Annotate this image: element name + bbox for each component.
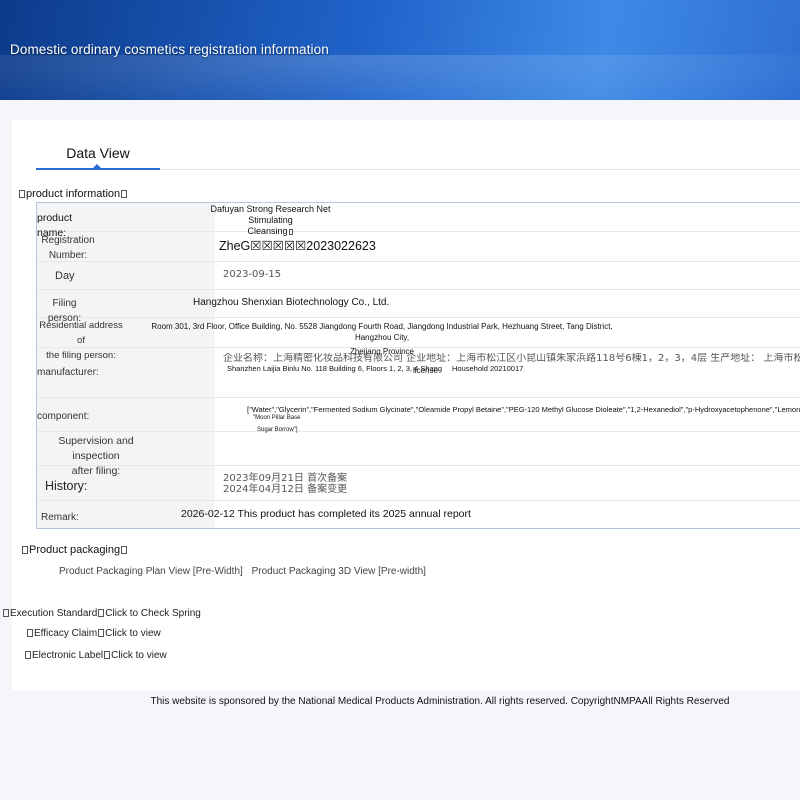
label-registration-number: Registration Number: [41,235,95,261]
electronic-label-label: Electronic Label [32,650,104,661]
product-name-line2: Cleansing [203,226,338,237]
section-product-packaging: Product packaging [21,544,128,556]
label-filing-address: Residential address of the filing person… [39,320,123,361]
packaging-links: Product Packaging Plan View [Pre-Width] … [59,566,432,577]
product-info-table: product name: Dafuyan Strong Research Ne… [36,202,800,529]
day-value: 2023-09-15 [223,269,282,280]
label-remark: Remark: [41,512,79,523]
label-supervision-inspection: Supervision and inspection after filing: [58,435,134,477]
product-name-line1: Dafuyan Strong Research Net Stimulating [210,204,331,225]
efficacy-claim-label: Efficacy Claim [34,628,98,639]
bracket-icon [3,609,9,617]
page-title: Domestic ordinary cosmetics registration… [10,42,329,57]
bracket-icon [104,651,111,659]
bracket-icon [121,546,128,554]
section-product-information-label: product information [26,188,121,200]
label-history: History: [45,479,88,493]
bracket-icon [98,609,105,617]
packaging-plan-view-link[interactable]: Product Packaging Plan View [Pre-Width] [59,566,243,577]
footer-copyright: This website is sponsored by the Nationa… [150,696,730,707]
history-values: 2023年09月21日 首次备案 2024年04月12日 备案变更 [223,473,347,495]
electronic-label-row: Electronic Label Click to view [24,650,167,661]
bracket-icon [121,190,128,198]
filing-address-value: Room 301, 3rd Floor, Office Building, No… [151,322,613,356]
bracket-icon [22,546,28,554]
section-product-information: product information [18,188,128,200]
component-value-line1: ["Water","Glycerin","Fermented Sodium Gl… [247,405,800,414]
tab-data-view[interactable]: Data View [36,142,160,170]
manufacturer-value-en: Shanzhen Laijia Binlu No. 118 Building 6… [227,363,443,374]
execution-standard-label: Execution Standard [10,608,98,619]
tab-data-view-label: Data View [66,145,130,161]
header-banner: Domestic ordinary cosmetics registration… [0,0,800,100]
bracket-icon [19,190,25,198]
bracket-icon [27,629,33,637]
component-value-line2: "Moon Pillar Base [253,415,301,421]
packaging-3d-view-link[interactable]: Product Packaging 3D View [Pre-width] [252,566,426,577]
component-value-line3: Sugar Borrow"] [257,427,298,433]
electronic-label-link[interactable]: Click to view [111,650,167,661]
manufacturer-license: license [413,366,438,375]
efficacy-claim-row: Efficacy Claim Click to view [26,628,161,639]
bracket-icon [288,229,293,235]
bracket-icon [98,629,105,637]
remark-value: 2026-02-12 This product has completed it… [181,508,471,520]
registration-number-value: ZheG☒☒☒☒☒2023022623 [219,239,376,253]
manufacturer-household: Household 20210017 [452,364,524,373]
filing-person-value: Hangzhou Shenxian Biotechnology Co., Ltd… [193,297,390,308]
history-line-2: 2024年04月12日 备案变更 [223,484,348,495]
efficacy-claim-link[interactable]: Click to view [105,628,161,639]
product-name-value: Dafuyan Strong Research Net Stimulating … [203,204,338,237]
main-panel: Data View product information product na… [3,120,800,690]
label-component: component: [37,411,90,422]
execution-standard-row: Execution Standard Click to Check Spring [2,608,201,619]
history-line-1: 2023年09月21日 首次备案 [223,473,348,484]
bracket-icon [25,651,31,659]
tab-bar: Data View [36,142,800,170]
label-manufacturer: manufacturer: [37,367,99,378]
label-day: Day [55,270,75,282]
section-product-packaging-label: Product packaging [29,544,121,556]
execution-standard-link[interactable]: Click to Check Spring [105,608,201,619]
